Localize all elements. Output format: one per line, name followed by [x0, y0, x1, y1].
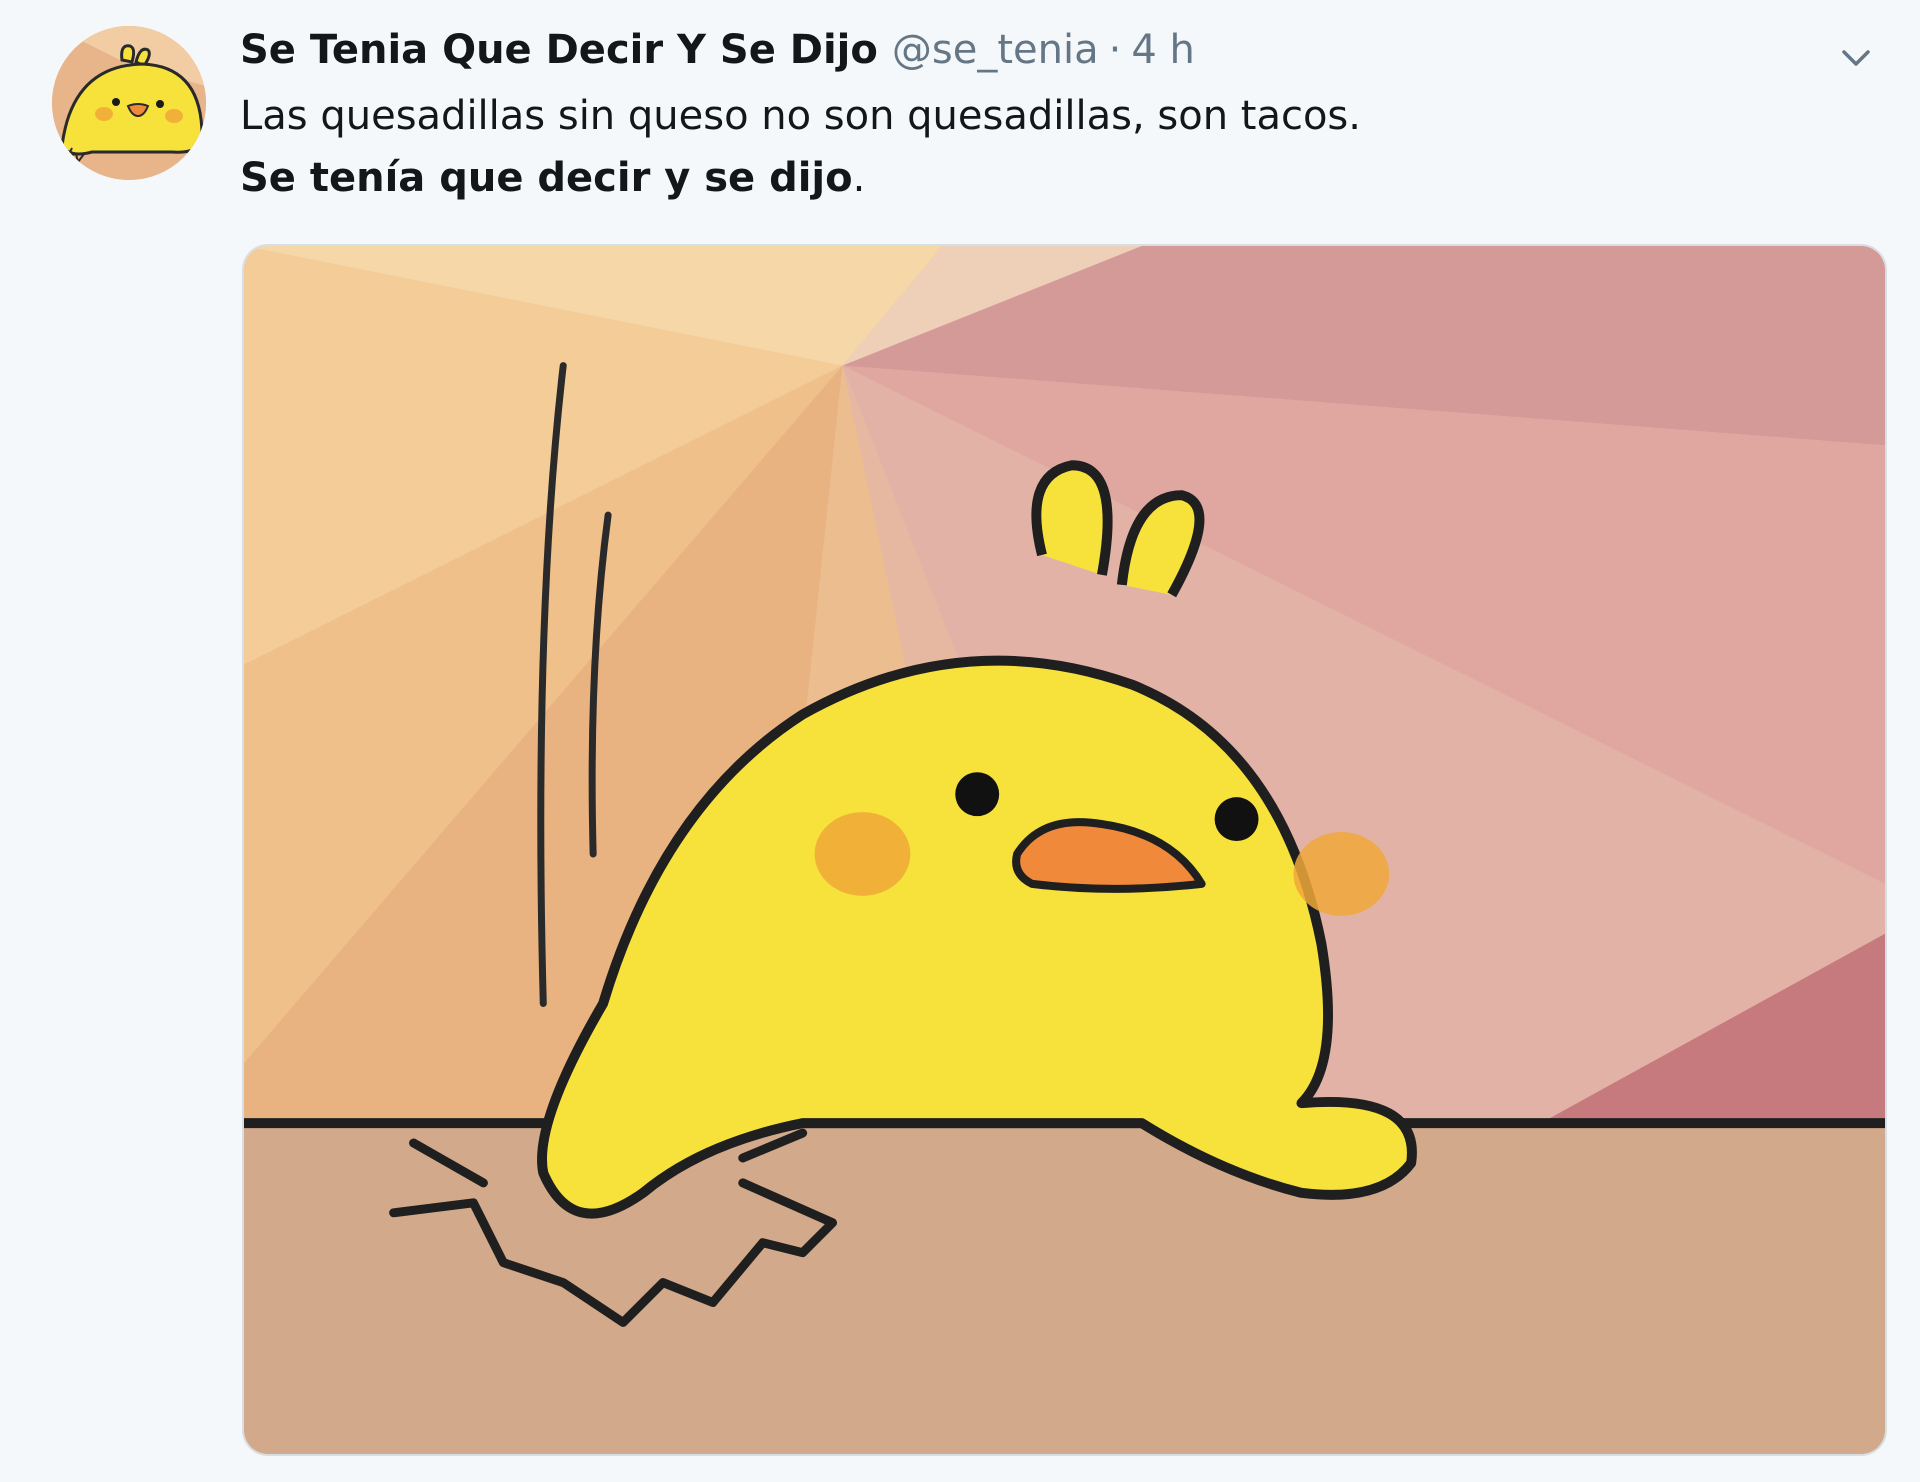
- display-name[interactable]: Se Tenia Que Decir Y Se Dijo: [240, 27, 878, 73]
- tweet-text-line-2: Se tenía que decir y se dijo.: [240, 150, 865, 206]
- tweet-text-line-1: Las quesadillas sin queso no son quesadi…: [240, 93, 1361, 139]
- chick-slamming-table-image: [244, 246, 1885, 1454]
- tweet-card[interactable]: Se Tenia Que Decir Y Se Dijo @se_tenia ·…: [0, 0, 1920, 1482]
- tweet-header: Se Tenia Que Decir Y Se Dijo @se_tenia ·…: [240, 22, 1195, 78]
- tweet-media-image[interactable]: [242, 244, 1887, 1456]
- user-handle[interactable]: @se_tenia: [892, 27, 1099, 73]
- tweet-text-bold: Se tenía que decir y se dijo: [240, 155, 853, 201]
- tweet-menu-button[interactable]: [1828, 30, 1884, 86]
- tweet-text-period: .: [852, 155, 866, 201]
- separator-dot: ·: [1108, 27, 1122, 73]
- tweet-timestamp[interactable]: 4 h: [1131, 27, 1195, 73]
- chick-avatar-icon: [52, 26, 206, 180]
- avatar[interactable]: [52, 26, 206, 180]
- chevron-down-icon: [1842, 50, 1870, 66]
